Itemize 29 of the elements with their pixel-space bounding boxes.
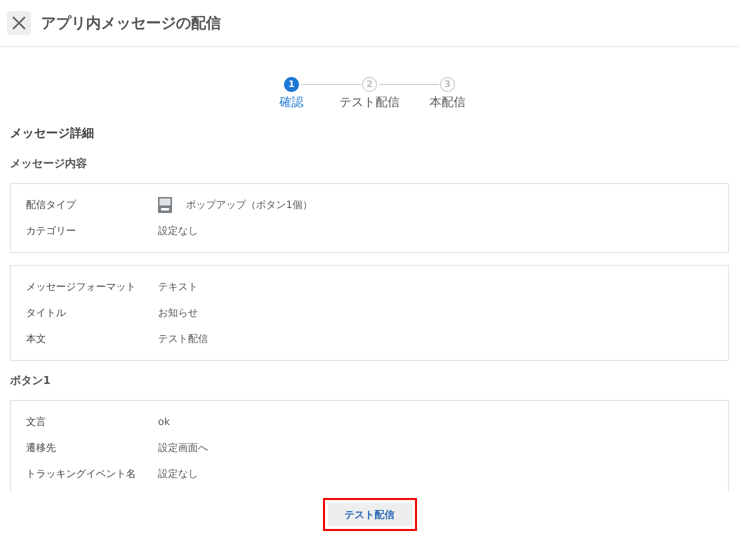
test-delivery-button[interactable]: テスト配信 xyxy=(322,498,416,531)
dialog-title: アプリ内メッセージの配信 xyxy=(41,14,221,32)
step-label: 本配信 xyxy=(430,94,466,111)
page-heading: メッセージ詳細 xyxy=(10,125,95,142)
field-label: カテゴリー xyxy=(26,225,77,238)
field-value: お知らせ xyxy=(158,307,198,320)
field-label: 文言 xyxy=(26,416,47,429)
field-value: テスト配信 xyxy=(158,333,208,346)
step-label: 確認 xyxy=(280,94,304,111)
field-label: トラッキングイベント名 xyxy=(26,468,137,481)
field-label: タイトル xyxy=(26,307,67,320)
close-icon xyxy=(12,16,26,30)
field-value: テキスト xyxy=(158,281,198,294)
field-value: 設定画面へ xyxy=(158,442,208,455)
field-value: ポップアップ（ボタン1個） xyxy=(186,198,312,212)
close-button[interactable] xyxy=(7,11,31,35)
field-label: 配信タイプ xyxy=(26,198,78,212)
field-label: メッセージフォーマット xyxy=(26,281,137,294)
step-label: テスト配信 xyxy=(340,94,400,111)
field-value: 設定なし xyxy=(158,468,198,481)
section-heading: メッセージ内容 xyxy=(10,156,88,171)
field-value: ok xyxy=(158,416,170,428)
step-number: 1 xyxy=(284,77,299,92)
step-number: 2 xyxy=(362,77,377,92)
field-label: 遷移先 xyxy=(26,442,57,455)
step-number: 3 xyxy=(440,77,455,92)
field-label: 本文 xyxy=(26,332,47,346)
section-heading: ボタン1 xyxy=(10,373,52,388)
field-value: 設定なし xyxy=(158,224,198,238)
